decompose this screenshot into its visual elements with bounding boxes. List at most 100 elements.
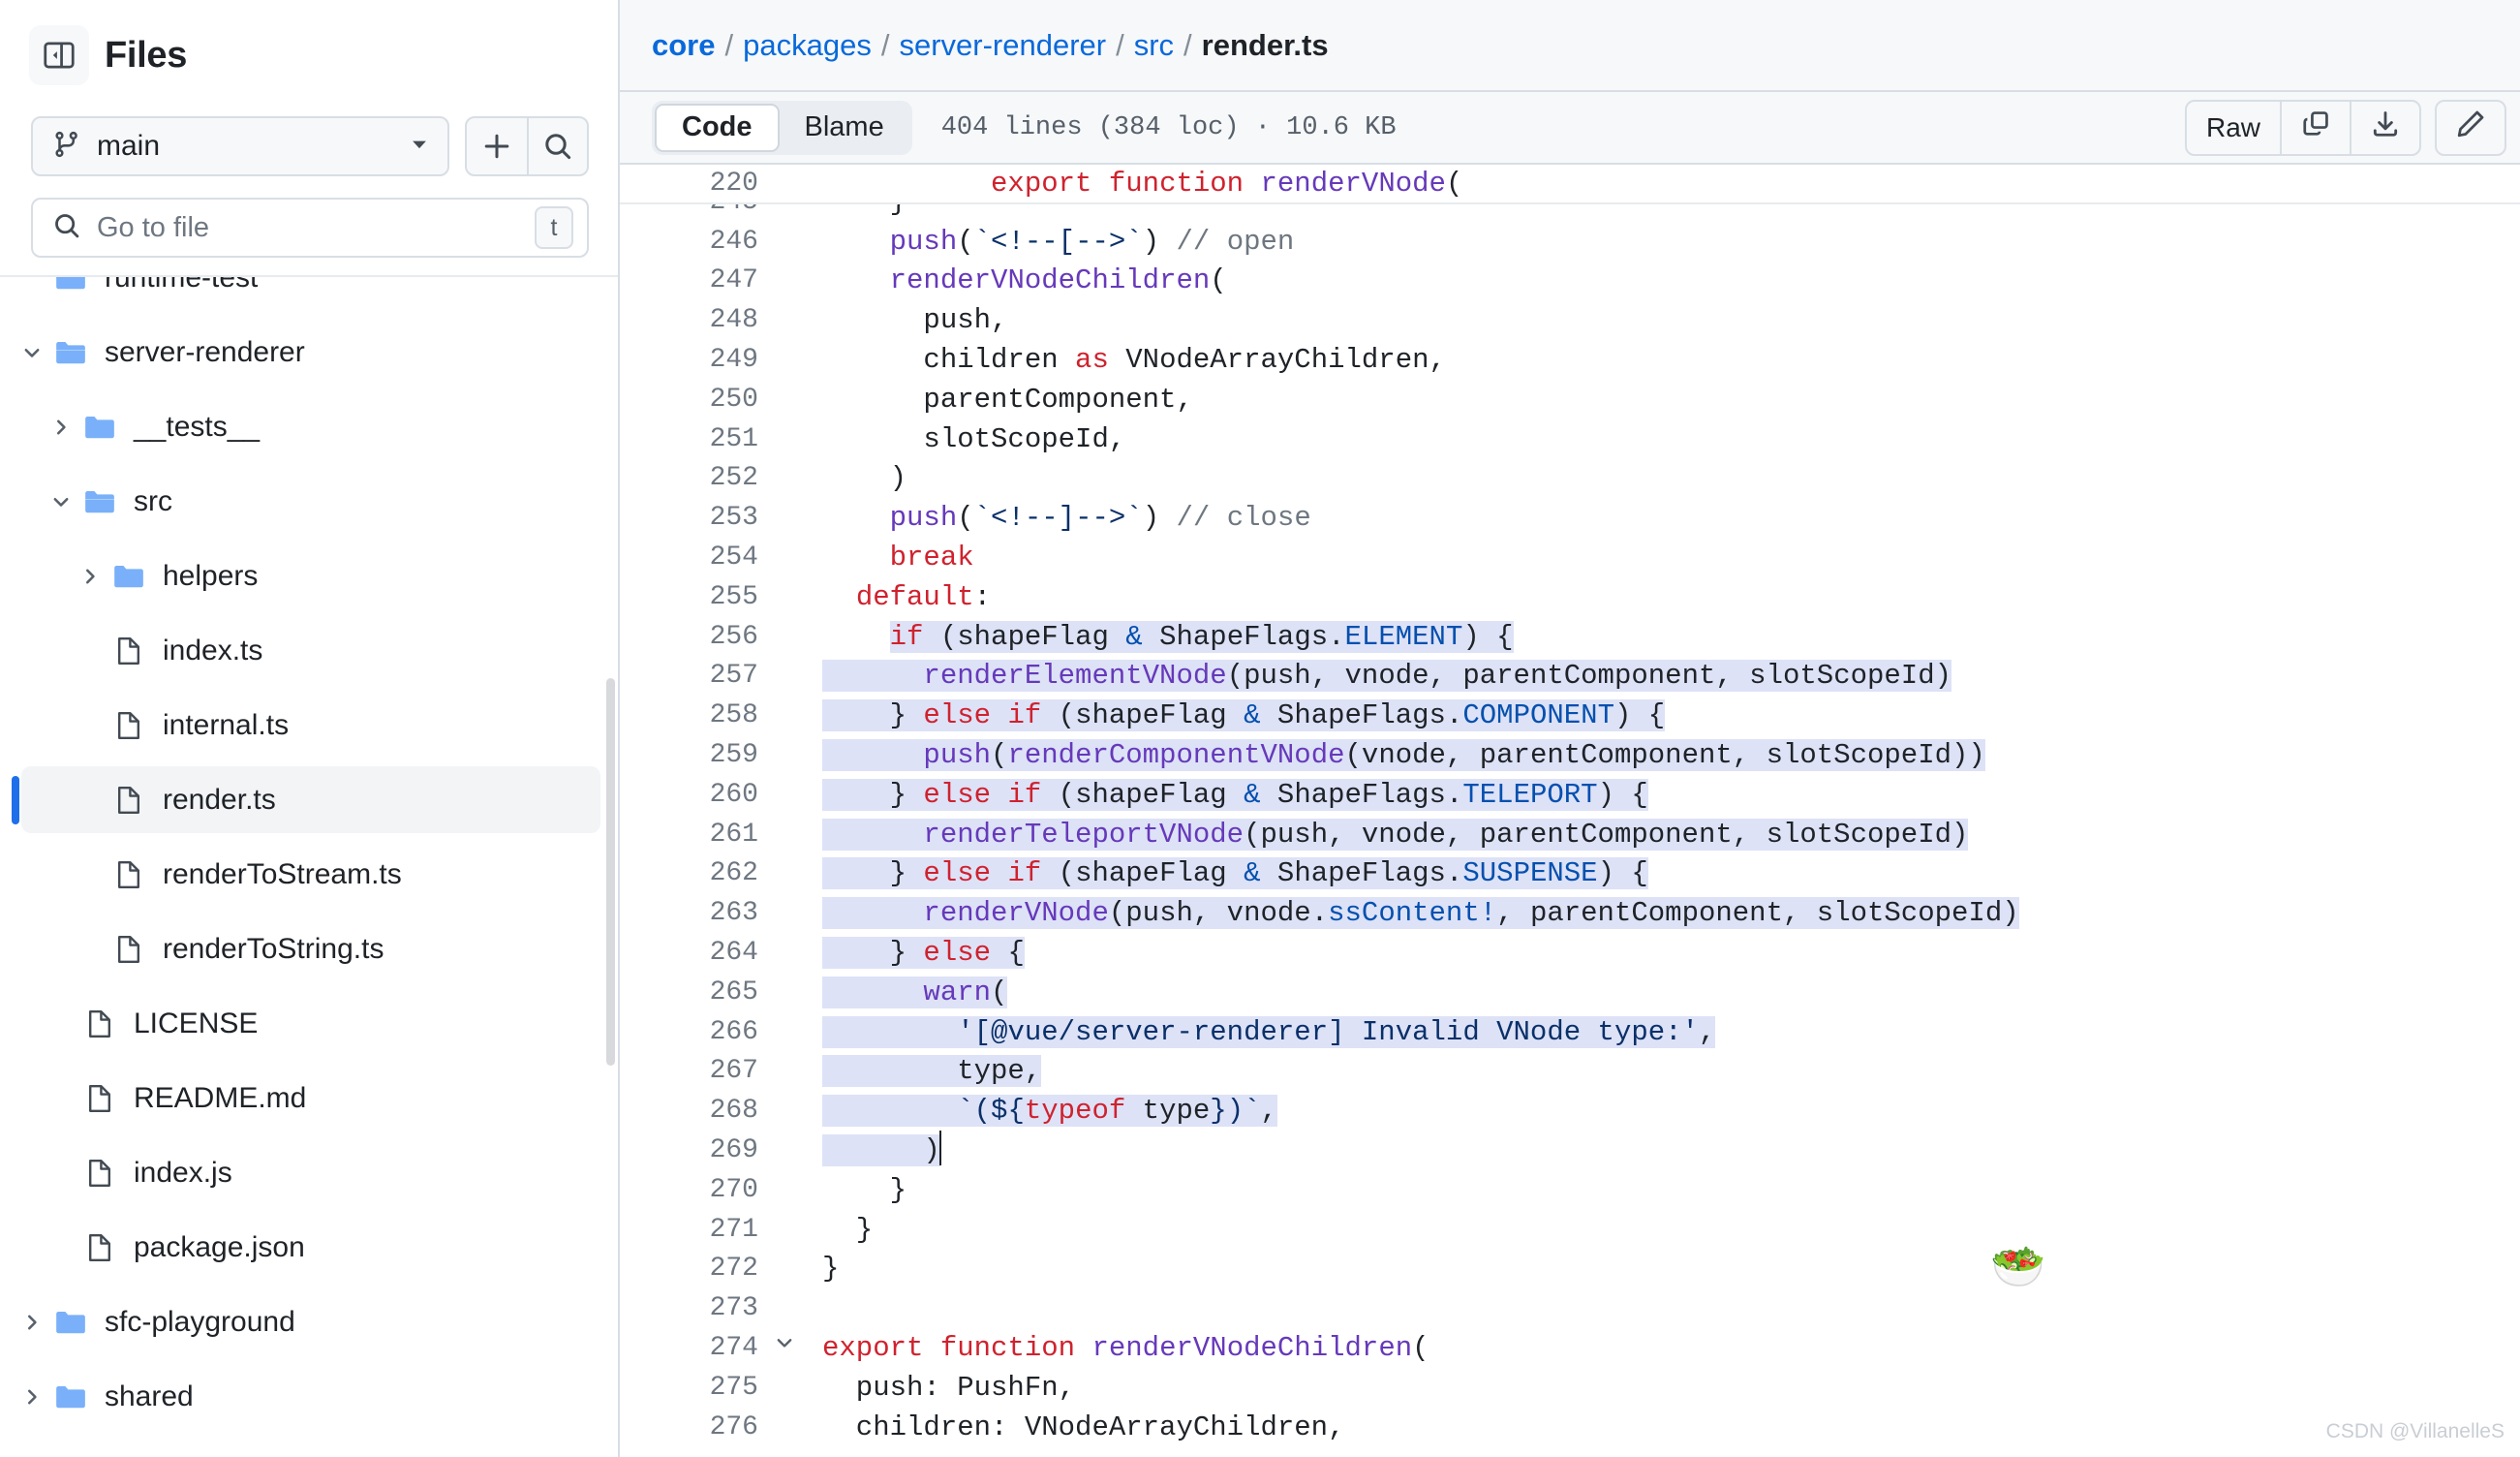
line-number[interactable]: 256: [620, 618, 762, 658]
line-number[interactable]: 273: [620, 1289, 762, 1329]
line-number[interactable]: 275: [620, 1369, 762, 1409]
git-branch-icon: [52, 130, 81, 164]
line-number[interactable]: 258: [620, 697, 762, 736]
tab-code[interactable]: Code: [655, 103, 780, 152]
line-number[interactable]: 259: [620, 736, 762, 776]
breadcrumb-item-src[interactable]: src: [1134, 28, 1174, 63]
tree-folder-template-explorer[interactable]: template-explorer: [0, 1434, 618, 1457]
tree-file-license[interactable]: LICENSE: [0, 986, 618, 1061]
code-token: break: [889, 541, 974, 574]
code-scroll[interactable]: 244 (slotScopeId ? slotScopeId + ' ' : '…: [620, 165, 2520, 1457]
line-number[interactable]: 266: [620, 1013, 762, 1053]
code-span: renderVNodeChildren(: [822, 264, 1227, 296]
copy-raw-button[interactable]: [2280, 101, 2350, 154]
code-token: ShapeFlags.: [1260, 778, 1463, 811]
code-span: break: [822, 542, 974, 574]
tree-file-readme-md[interactable]: README.md: [0, 1061, 618, 1135]
code-span: export function renderVNodeChildren(: [822, 1332, 1429, 1364]
edit-file-button[interactable]: [2437, 102, 2505, 154]
code-token: :: [973, 580, 992, 613]
line-number[interactable]: 274: [620, 1329, 762, 1369]
code-token: }: [822, 1173, 907, 1206]
sidebar-scrollbar[interactable]: [606, 678, 615, 1066]
line-number[interactable]: 270: [620, 1171, 762, 1211]
tree-file-rendertostream-ts[interactable]: renderToStream.ts: [0, 837, 618, 912]
line-number[interactable]: 261: [620, 816, 762, 855]
selected-code-span: } else if (shapeFlag & ShapeFlags.COMPON…: [822, 699, 1666, 732]
line-number[interactable]: 251: [620, 420, 762, 460]
chevron-right-icon[interactable]: [15, 1312, 48, 1333]
line-number[interactable]: 271: [620, 1211, 762, 1251]
code-token: else: [923, 857, 992, 890]
branch-selector[interactable]: main: [31, 116, 449, 176]
sidebar-collapse-icon[interactable]: [29, 25, 89, 85]
code-span: }: [822, 1253, 839, 1285]
raw-button[interactable]: Raw: [2187, 102, 2280, 154]
line-number[interactable]: 263: [620, 894, 762, 934]
tree-folder-runtime-test[interactable]: runtime-test: [0, 277, 618, 315]
line-number[interactable]: 264: [620, 934, 762, 974]
chevron-down-icon[interactable]: [45, 491, 77, 512]
code-token: (shapeFlag: [1041, 778, 1245, 811]
line-number[interactable]: 257: [620, 657, 762, 697]
line-number[interactable]: 247: [620, 262, 762, 301]
tree-file-render-ts[interactable]: render.ts: [0, 762, 618, 837]
tree-file-package-json[interactable]: package.json: [0, 1210, 618, 1285]
download-icon: [2371, 109, 2400, 145]
line-number[interactable]: 272: [620, 1250, 762, 1289]
code-line-text: }: [807, 1250, 839, 1289]
go-to-file-field[interactable]: t: [31, 198, 589, 258]
code-token: ShapeFlags.: [1260, 699, 1463, 732]
code-token: push,: [822, 304, 1008, 337]
code-span: push,: [822, 304, 1007, 336]
tree-folder-src[interactable]: src: [0, 464, 618, 539]
chevron-right-icon[interactable]: [45, 417, 77, 438]
branch-name: main: [97, 130, 161, 162]
line-number[interactable]: 276: [620, 1409, 762, 1448]
line-number[interactable]: 260: [620, 776, 762, 816]
code-token: if: [1007, 778, 1042, 811]
tree-folder-shared[interactable]: shared: [0, 1359, 618, 1434]
breadcrumb-item-core[interactable]: core: [652, 28, 715, 63]
code-token: `<!--]-->`: [973, 502, 1143, 535]
tree-file-internal-ts[interactable]: internal.ts: [0, 688, 618, 762]
tree-file-rendertostring-ts[interactable]: renderToString.ts: [0, 912, 618, 986]
line-number[interactable]: 265: [620, 974, 762, 1013]
code-span: default:: [822, 581, 991, 613]
search-input[interactable]: [97, 211, 519, 244]
tree-folder-helpers[interactable]: helpers: [0, 539, 618, 613]
file-tree-scroll-container[interactable]: runtime-test server-renderer __tests__ src h…: [0, 275, 618, 1457]
line-number[interactable]: 268: [620, 1092, 762, 1132]
code-blame-tabs: Code Blame: [652, 100, 912, 155]
tree-folder-sfc-playground[interactable]: sfc-playground: [0, 1285, 618, 1359]
line-number[interactable]: 262: [620, 854, 762, 894]
tree-file-index-ts[interactable]: index.ts: [0, 613, 618, 688]
code-viewer[interactable]: 220 export function renderVNode( 244 (sl…: [620, 165, 2520, 1457]
tree-folder---tests--[interactable]: __tests__: [0, 389, 618, 464]
fold-toggle-icon[interactable]: [762, 1329, 807, 1369]
line-number[interactable]: 250: [620, 381, 762, 420]
line-number[interactable]: 248: [620, 301, 762, 341]
breadcrumb-item-packages[interactable]: packages: [743, 28, 872, 63]
download-button[interactable]: [2350, 101, 2419, 154]
add-file-button[interactable]: [467, 118, 527, 174]
line-number[interactable]: 269: [620, 1132, 762, 1171]
search-files-button[interactable]: [527, 118, 587, 174]
line-number[interactable]: 267: [620, 1052, 762, 1092]
line-number[interactable]: 254: [620, 539, 762, 578]
tree-folder-server-renderer[interactable]: server-renderer: [0, 315, 618, 389]
breadcrumb: core / packages / server-renderer / src / render…: [620, 0, 2520, 90]
line-number[interactable]: 252: [620, 459, 762, 499]
code-token: renderElementVNode: [923, 660, 1227, 693]
tree-file-index-js[interactable]: index.js: [0, 1135, 618, 1210]
tab-blame[interactable]: Blame: [780, 104, 909, 152]
chevron-right-icon[interactable]: [15, 1386, 48, 1408]
breadcrumb-item-server-renderer[interactable]: server-renderer: [899, 28, 1106, 63]
code-token: renderVNodeChildren: [1091, 1331, 1413, 1364]
line-number[interactable]: 246: [620, 223, 762, 263]
chevron-down-icon[interactable]: [15, 342, 48, 363]
line-number[interactable]: 255: [620, 578, 762, 618]
line-number[interactable]: 249: [620, 341, 762, 381]
line-number[interactable]: 253: [620, 499, 762, 539]
chevron-right-icon[interactable]: [74, 566, 107, 587]
